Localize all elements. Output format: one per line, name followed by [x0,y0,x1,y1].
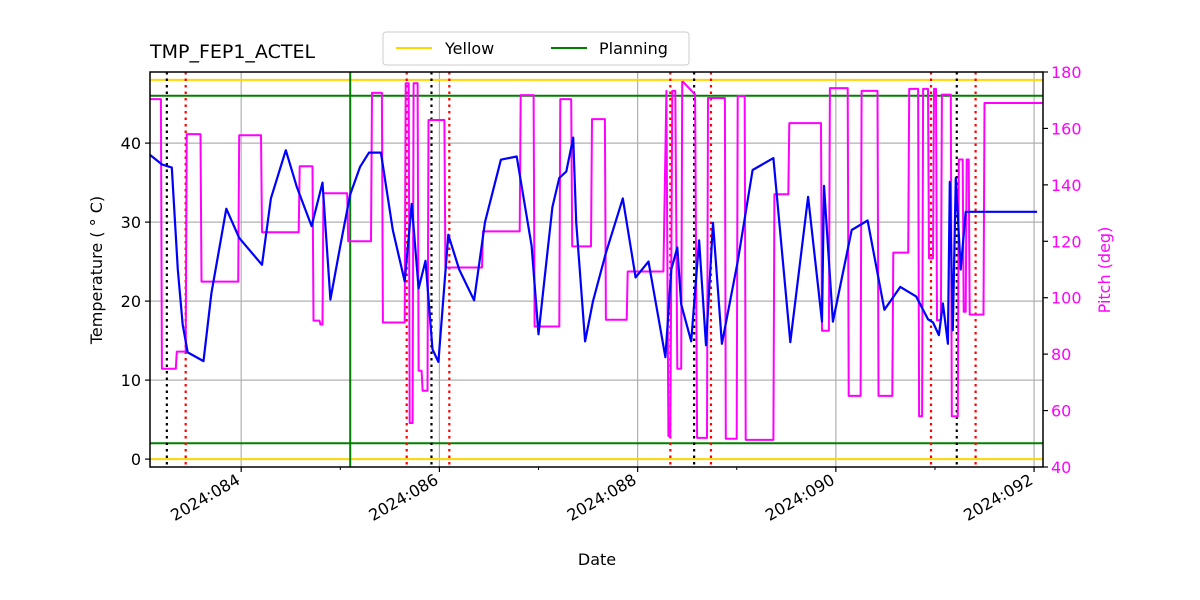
chart: TMP_FEP1_ACTEL Yellow Planning 2024:084 2… [87,31,1114,569]
y-tick-label: 30 [121,213,141,232]
y2-tick-label: 80 [1051,345,1071,364]
temperature-series [149,136,1038,363]
y-tick-label: 40 [121,134,141,153]
plot-area [149,72,1043,467]
legend-label-yellow: Yellow [444,39,494,58]
y2-tick-label: 40 [1051,458,1071,477]
y2-tick-label: 140 [1051,176,1082,195]
x-tick-label: 2024:088 [564,470,640,525]
y-axis-label: Temperature ( ° C) [87,196,106,345]
pitch-series [150,80,1043,441]
x-tick-label: 2024:086 [366,470,442,525]
y2-tick-label: 100 [1051,289,1082,308]
x-tick-label: 2024:092 [960,470,1036,525]
legend-label-planning: Planning [599,39,668,58]
temperature-line [149,136,1038,363]
legend: Yellow Planning [382,31,690,66]
y-axis-left: 0 10 20 30 40 [121,134,150,469]
x-axis: 2024:084 2024:086 2024:088 2024:090 2024:092 [167,467,1036,525]
y2-tick-label: 60 [1051,402,1071,421]
y2-tick-label: 160 [1051,119,1082,138]
y-axis-right: 40 60 80 100 120 140 160 180 [1043,63,1082,477]
x-tick-label: 2024:084 [167,470,243,525]
pitch-line [150,80,1043,441]
y-tick-label: 0 [131,450,141,469]
y2-tick-label: 120 [1051,232,1082,251]
x-tick-label: 2024:090 [762,470,838,525]
chart-title: TMP_FEP1_ACTEL [149,41,315,63]
y2-axis-label: Pitch (deg) [1095,227,1114,314]
y-tick-label: 20 [121,292,141,311]
y2-tick-label: 180 [1051,63,1082,82]
x-axis-label: Date [578,550,616,569]
y-tick-label: 10 [121,371,141,390]
